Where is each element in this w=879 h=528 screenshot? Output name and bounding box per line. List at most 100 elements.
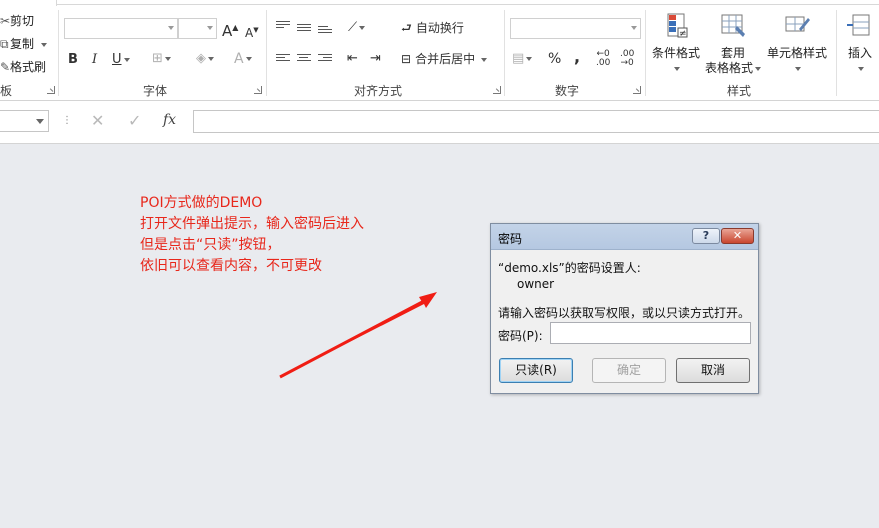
chevron-down-icon bbox=[674, 66, 680, 71]
accounting-format-button[interactable]: ▤ bbox=[512, 50, 533, 68]
increase-indent-button[interactable]: ⇥ bbox=[370, 50, 381, 68]
insert-function-button[interactable]: fx bbox=[163, 112, 176, 128]
bold-button[interactable]: B bbox=[68, 51, 78, 69]
format-as-table-button[interactable]: 套用 表格格式 bbox=[704, 12, 762, 76]
alignment-launcher-icon[interactable] bbox=[493, 86, 501, 94]
insert-cells-icon bbox=[847, 14, 870, 36]
conditional-format-icon: ≠ bbox=[667, 13, 688, 39]
annotation-line-4: 依旧可以查看内容，不可更改 bbox=[140, 258, 322, 274]
styles-group-label: 样式 bbox=[727, 84, 752, 98]
grow-font-button[interactable]: A▲ bbox=[222, 19, 238, 40]
align-top-icon[interactable] bbox=[276, 21, 290, 31]
font-color-button[interactable]: A bbox=[234, 50, 252, 68]
formula-bar-splitter[interactable]: ⋮ bbox=[62, 115, 72, 126]
chevron-down-icon bbox=[168, 26, 174, 30]
chevron-down-icon bbox=[123, 57, 130, 62]
italic-button[interactable]: I bbox=[92, 51, 97, 69]
copy-icon: ⧉ bbox=[0, 37, 9, 51]
ok-button[interactable]: 确定 bbox=[592, 358, 666, 383]
wrap-text-button[interactable]: ⮐ 自动换行 bbox=[401, 19, 464, 37]
insert-button[interactable]: 插入 bbox=[842, 12, 878, 76]
paintbrush-icon: ✎ bbox=[0, 60, 11, 74]
password-setter-text: “demo.xls”的密码设置人: bbox=[498, 261, 641, 275]
number-format-combo[interactable] bbox=[510, 18, 641, 39]
name-box[interactable] bbox=[0, 110, 49, 132]
font-launcher-icon[interactable] bbox=[254, 86, 262, 94]
confirm-edit-button[interactable]: ✓ bbox=[128, 111, 141, 130]
outdent-icon: ⇤ bbox=[347, 51, 358, 66]
decrease-decimal-button[interactable]: .00 →0 bbox=[620, 50, 634, 68]
annotation-line-1: POI方式做的DEMO bbox=[140, 195, 263, 211]
owner-name: owner bbox=[517, 277, 555, 291]
comma-button[interactable]: , bbox=[574, 48, 580, 66]
align-bottom-icon[interactable] bbox=[318, 26, 332, 36]
chevron-down-icon bbox=[481, 57, 488, 62]
chevron-down-icon bbox=[755, 66, 761, 71]
shrink-font-button[interactable]: A▼ bbox=[245, 21, 259, 42]
increase-decimal-button[interactable]: ←0.00 bbox=[596, 50, 610, 68]
dialog-title: 密码 bbox=[498, 232, 523, 246]
annotation-line-3: 但是点击“只读”按钮， bbox=[140, 237, 281, 253]
align-middle-icon[interactable] bbox=[297, 24, 311, 34]
annotation-line-2: 打开文件弹出提示，输入密码后进入 bbox=[140, 216, 364, 232]
dialog-title-bar[interactable]: 密码 ? ✕ bbox=[491, 224, 758, 250]
chevron-down-icon bbox=[631, 26, 637, 30]
merge-cells-icon: ⊟ bbox=[401, 52, 412, 66]
dialog-body: “demo.xls”的密码设置人: owner 请输入密码以获取写权限，或以只读… bbox=[491, 251, 758, 393]
paint-bucket-icon: ◈ bbox=[196, 51, 206, 66]
chevron-down-icon bbox=[41, 42, 48, 47]
font-size-combo[interactable] bbox=[178, 18, 217, 39]
underline-button[interactable]: U bbox=[112, 51, 130, 69]
merge-center-button[interactable]: ⊟ 合并后居中 bbox=[401, 50, 488, 68]
border-button[interactable]: ⊞ bbox=[152, 50, 171, 68]
chevron-down-icon bbox=[359, 25, 366, 30]
conditional-format-button[interactable]: ≠ 条件格式 bbox=[650, 12, 702, 76]
alignment-group-label: 对齐方式 bbox=[354, 84, 403, 98]
readonly-button[interactable]: 只读(R) bbox=[499, 358, 573, 383]
chevron-down-icon bbox=[526, 56, 533, 61]
password-label: 密码(P): bbox=[498, 329, 543, 343]
prompt-text: 请输入密码以获取写权限，或以只读方式打开。 bbox=[498, 306, 751, 320]
number-launcher-icon[interactable] bbox=[633, 86, 641, 94]
indent-icon: ⇥ bbox=[370, 51, 381, 66]
font-name-combo[interactable] bbox=[64, 18, 178, 39]
chevron-down-icon bbox=[207, 26, 213, 30]
password-field[interactable] bbox=[550, 322, 751, 344]
copy-button[interactable]: ⧉复制 bbox=[0, 35, 48, 52]
cut-button[interactable]: ✂剪切 bbox=[0, 12, 34, 29]
text-angle-icon: ⟋ bbox=[348, 20, 358, 35]
decrease-indent-button[interactable]: ⇤ bbox=[347, 50, 358, 68]
percent-button[interactable]: % bbox=[548, 50, 561, 68]
chevron-down-icon bbox=[858, 66, 864, 71]
font-group-label: 字体 bbox=[143, 84, 168, 98]
help-button[interactable]: ? bbox=[692, 228, 720, 244]
chevron-down-icon bbox=[795, 66, 801, 71]
wrap-text-icon: ⮐ bbox=[401, 21, 412, 35]
cell-styles-button[interactable]: 单元格样式 bbox=[764, 12, 830, 76]
close-icon: ✕ bbox=[732, 229, 743, 242]
question-icon: ? bbox=[702, 229, 710, 242]
password-dialog: 密码 ? ✕ “demo.xls”的密码设置人: owner 请输入密码以获取写… bbox=[490, 223, 759, 394]
chevron-down-icon bbox=[36, 119, 44, 124]
ribbon-tab-strip bbox=[0, 0, 879, 6]
currency-icon: ▤ bbox=[512, 51, 525, 66]
format-painter-button[interactable]: ✎格式刷 bbox=[0, 58, 46, 75]
border-grid-icon: ⊞ bbox=[152, 51, 163, 66]
align-left-icon[interactable] bbox=[276, 54, 290, 64]
annotation-note: POI方式做的DEMO 打开文件弹出提示，输入密码后进入 但是点击“只读”按钮，… bbox=[140, 193, 364, 277]
increase-decimal-icon: ←0.00 bbox=[596, 49, 611, 68]
fill-color-button[interactable]: ◈ bbox=[196, 50, 214, 68]
formula-input[interactable] bbox=[193, 110, 879, 133]
cancel-button[interactable]: 取消 bbox=[676, 358, 750, 383]
close-button[interactable]: ✕ bbox=[721, 228, 754, 244]
number-group-label: 数字 bbox=[555, 84, 580, 98]
orientation-button[interactable]: ⟋ bbox=[348, 19, 366, 37]
cancel-edit-button[interactable]: ✕ bbox=[91, 111, 104, 130]
align-center-icon[interactable] bbox=[297, 54, 311, 64]
align-right-icon[interactable] bbox=[318, 54, 332, 64]
chevron-down-icon bbox=[208, 56, 214, 61]
chevron-down-icon bbox=[164, 56, 171, 61]
clipboard-launcher-icon[interactable] bbox=[47, 86, 55, 94]
svg-text:≠: ≠ bbox=[679, 29, 687, 39]
decrease-decimal-icon: .00 →0 bbox=[620, 49, 635, 68]
